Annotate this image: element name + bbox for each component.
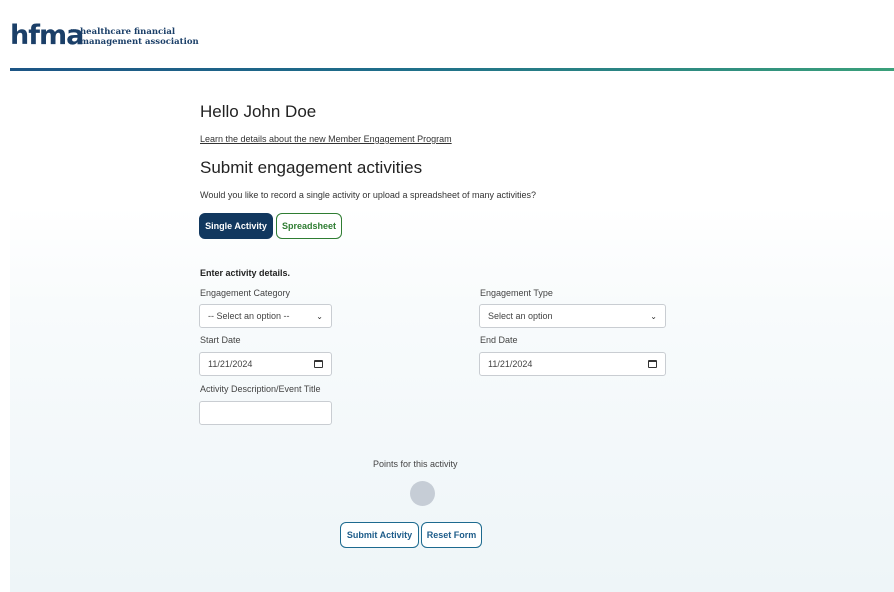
single-activity-button[interactable]: Single Activity bbox=[199, 213, 273, 239]
spreadsheet-button[interactable]: Spreadsheet bbox=[276, 213, 342, 239]
hfma-logo[interactable]: hfma bbox=[10, 22, 84, 49]
main-content bbox=[10, 71, 894, 592]
learn-details-link[interactable]: Learn the details about the new Member E… bbox=[200, 134, 452, 144]
logo-tagline-line2: management association bbox=[80, 37, 199, 47]
points-label: Points for this activity bbox=[373, 459, 458, 469]
engagement-type-value: Select an option bbox=[488, 311, 553, 321]
chevron-down-icon: ⌄ bbox=[316, 311, 323, 321]
start-date-value: 11/21/2024 bbox=[208, 359, 253, 369]
activity-description-input[interactable] bbox=[199, 401, 332, 425]
activity-description-label: Activity Description/Event Title bbox=[200, 384, 321, 394]
start-date-label: Start Date bbox=[200, 335, 241, 345]
calendar-icon[interactable] bbox=[648, 360, 657, 368]
submit-activity-button[interactable]: Submit Activity bbox=[340, 522, 419, 548]
engagement-category-select[interactable]: -- Select an option -- ⌄ bbox=[199, 304, 332, 328]
start-date-input[interactable]: 11/21/2024 bbox=[199, 352, 332, 376]
greeting-heading: Hello John Doe bbox=[200, 102, 317, 121]
end-date-input[interactable]: 11/21/2024 bbox=[479, 352, 666, 376]
logo-trademark: ™ bbox=[70, 29, 76, 35]
end-date-label: End Date bbox=[480, 335, 518, 345]
logo-tagline-line1: healthcare financial bbox=[80, 27, 176, 37]
page-title: Submit engagement activities bbox=[200, 158, 423, 177]
calendar-icon[interactable] bbox=[314, 360, 323, 368]
details-heading: Enter activity details. bbox=[200, 268, 291, 278]
reset-form-button[interactable]: Reset Form bbox=[421, 522, 482, 548]
engagement-type-select[interactable]: Select an option ⌄ bbox=[479, 304, 666, 328]
points-indicator bbox=[410, 481, 435, 506]
mode-question: Would you like to record a single activi… bbox=[200, 190, 537, 200]
engagement-category-label: Engagement Category bbox=[200, 288, 291, 298]
end-date-value: 11/21/2024 bbox=[488, 359, 533, 369]
chevron-down-icon: ⌄ bbox=[650, 311, 657, 321]
header: hfma ™ healthcare financial management a… bbox=[0, 0, 894, 68]
engagement-type-label: Engagement Type bbox=[480, 288, 553, 298]
logo-tagline: healthcare financial management associat… bbox=[80, 27, 199, 47]
engagement-category-value: -- Select an option -- bbox=[208, 311, 290, 321]
